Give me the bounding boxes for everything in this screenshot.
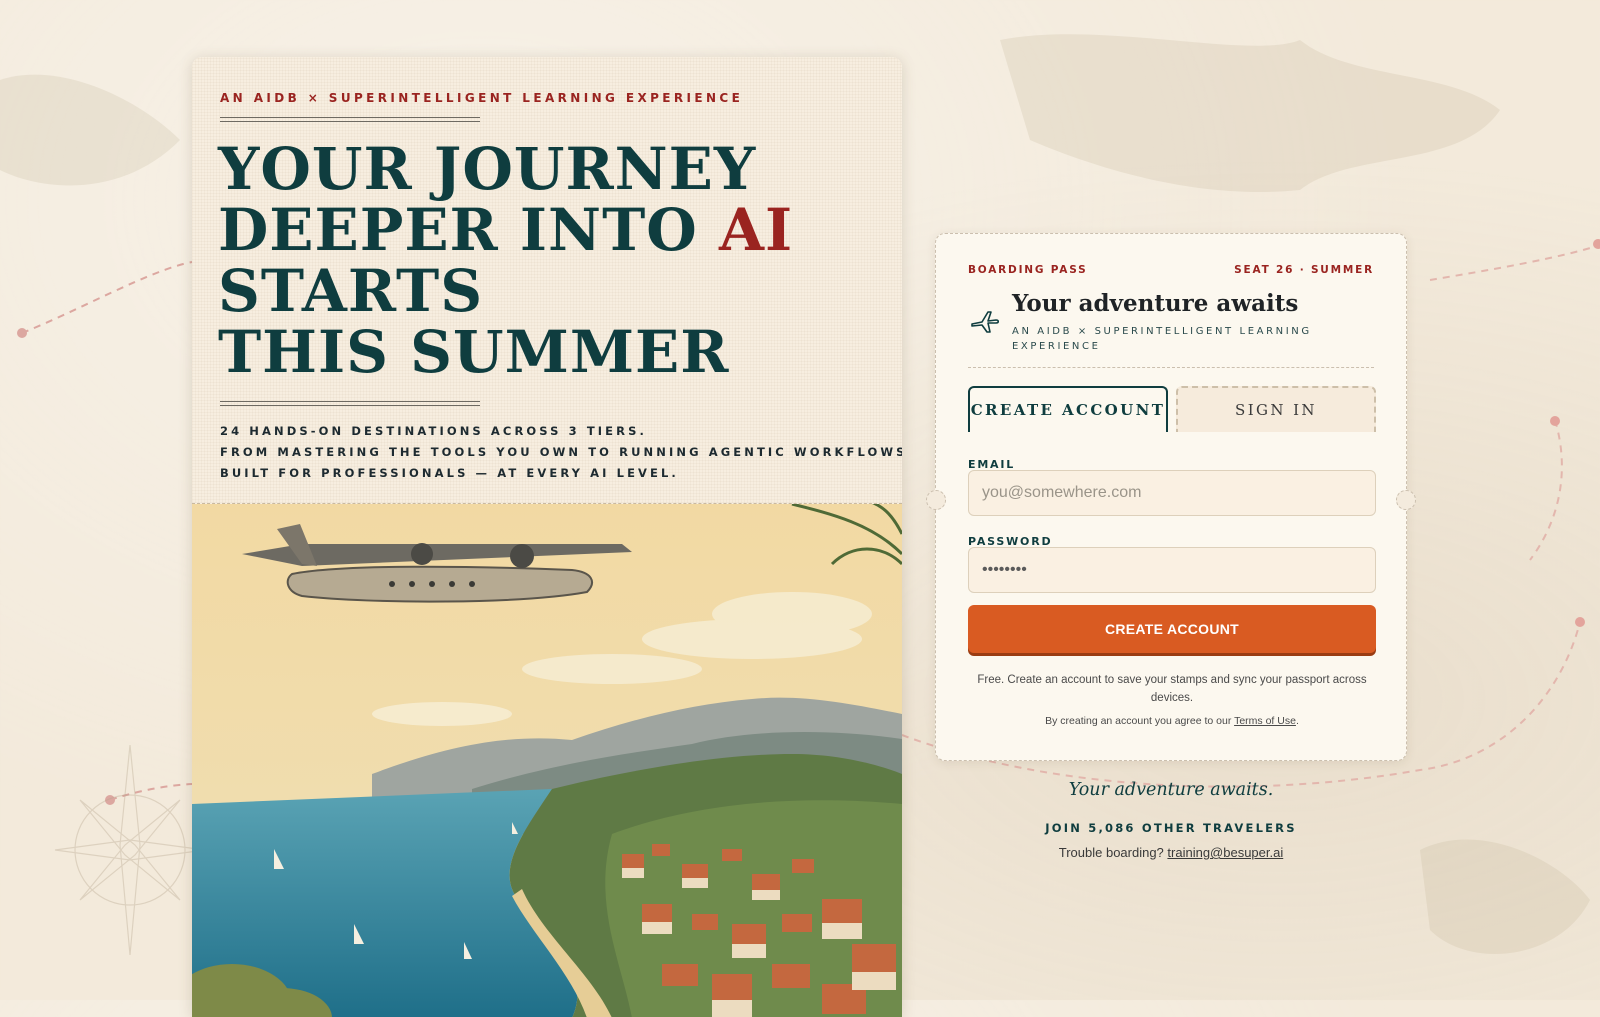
- footer-tagline: Your adventure awaits.: [1068, 780, 1274, 800]
- ticket-notch-left: [926, 490, 946, 510]
- poster-illustration: [192, 503, 902, 1017]
- ticket-subtitle: AN AIDB × SUPERINTELLIGENT LEARNING EXPE…: [1012, 326, 1312, 352]
- terms-suffix: .: [1295, 715, 1299, 727]
- headline-line-2-prefix: DEEPER INTO: [218, 196, 719, 264]
- subtext-line-1: 24 HANDS-ON DESTINATIONS ACROSS 3 TIERS.: [220, 424, 647, 438]
- poster-subtext: 24 HANDS-ON DESTINATIONS ACROSS 3 TIERS.…: [220, 421, 902, 484]
- boarding-pass-label: BOARDING PASS: [968, 264, 1088, 276]
- headline-line-2: DEEPER INTO AI: [218, 200, 793, 261]
- terms-of-use-link[interactable]: Terms of Use: [1234, 715, 1296, 727]
- ticket-notch-right: [1396, 490, 1416, 510]
- ticket-divider: [968, 367, 1374, 368]
- headline-accent-ai: AI: [718, 196, 794, 264]
- coastal-seaplane-illustration: [192, 504, 902, 1017]
- terms-notice: By creating an account you agree to our …: [968, 715, 1376, 727]
- hero-poster: AN AIDB × SUPERINTELLIGENT LEARNING EXPE…: [192, 57, 902, 1017]
- poster-header: AN AIDB × SUPERINTELLIGENT LEARNING EXPE…: [192, 57, 902, 503]
- ticket-header: BOARDING PASS SEAT 26 · SUMMER: [968, 264, 1374, 276]
- tab-create-account[interactable]: CREATE ACCOUNT: [968, 386, 1168, 432]
- airplane-icon: [971, 311, 1000, 333]
- poster-eyebrow: AN AIDB × SUPERINTELLIGENT LEARNING EXPE…: [220, 91, 744, 105]
- headline-line-4: THIS SUMMER: [218, 318, 730, 386]
- help-prefix: Trouble boarding?: [1058, 845, 1168, 860]
- terms-prefix: By creating an account you agree to our: [1045, 715, 1235, 727]
- support-email-link[interactable]: training@besuper.ai: [1167, 845, 1283, 860]
- compass-rose-icon: [54, 744, 206, 956]
- top-rule-divider: [220, 117, 480, 122]
- ticket-title: Your adventure awaits: [1012, 290, 1299, 317]
- password-field[interactable]: [968, 547, 1376, 593]
- auth-tabs: CREATE ACCOUNT SIGN IN: [968, 386, 1376, 432]
- help-line: Trouble boarding? training@besuper.ai: [935, 845, 1407, 860]
- hero-headline: YOUR JOURNEY DEEPER INTO AI STARTS THIS …: [218, 139, 793, 383]
- travelers-count: JOIN 5,086 OTHER TRAVELERS: [1045, 821, 1297, 835]
- fine-print: Free. Create an account to save your sta…: [977, 674, 1367, 704]
- subtext-line-2: FROM MASTERING THE TOOLS YOU OWN TO RUNN…: [220, 445, 902, 459]
- headline-line-3: STARTS: [218, 257, 484, 325]
- boarding-pass-card: BOARDING PASS SEAT 26 · SUMMER Your adve…: [926, 233, 1416, 761]
- email-field[interactable]: [968, 470, 1376, 516]
- create-account-button[interactable]: CREATE ACCOUNT: [968, 605, 1376, 653]
- bottom-rule-divider: [220, 401, 480, 406]
- seat-label: SEAT 26 · SUMMER: [1234, 264, 1374, 276]
- tab-sign-in[interactable]: SIGN IN: [1176, 386, 1376, 432]
- ticket-title-row: Your adventure awaits AN AIDB × SUPERINT…: [968, 290, 1312, 354]
- headline-line-1: YOUR JOURNEY: [218, 135, 757, 203]
- subtext-line-3: BUILT FOR PROFESSIONALS — AT EVERY AI LE…: [220, 466, 679, 480]
